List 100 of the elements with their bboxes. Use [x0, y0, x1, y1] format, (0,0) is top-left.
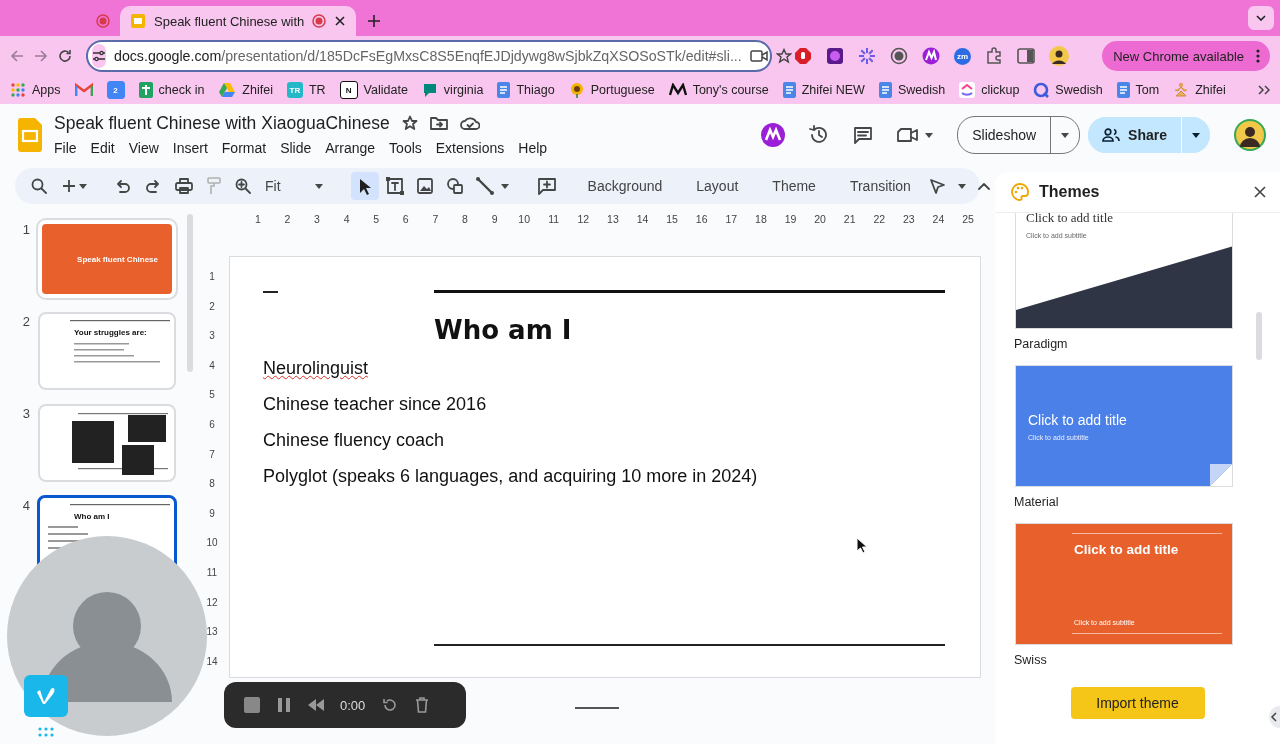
grid-dots-icon[interactable]	[38, 727, 54, 739]
profile-avatar-icon[interactable]	[1049, 46, 1069, 66]
sparkle-icon[interactable]	[858, 47, 876, 65]
reload-icon[interactable]	[58, 49, 72, 63]
bookmark[interactable]: Tony's course	[668, 83, 769, 97]
ruler-number: 16	[694, 213, 709, 225]
caret-icon[interactable]	[500, 183, 509, 189]
comment-icon[interactable]	[853, 126, 874, 144]
new-tab-icon[interactable]	[368, 15, 381, 27]
scrollbar[interactable]	[187, 214, 193, 372]
select-tool[interactable]	[350, 172, 379, 200]
sheet-icon	[138, 82, 153, 98]
toolbar-button[interactable]: Theme	[769, 178, 819, 194]
document-icon	[878, 82, 892, 98]
caret-icon[interactable]	[957, 183, 966, 189]
record-circle-icon[interactable]	[890, 47, 908, 65]
bookmark[interactable]: check in	[138, 82, 205, 98]
restart-icon[interactable]	[383, 698, 398, 712]
move-folder-icon[interactable]	[429, 116, 448, 130]
mail-icon[interactable]	[74, 83, 93, 97]
bookmark[interactable]: N Validate	[339, 81, 408, 99]
puzzle-icon[interactable]	[985, 47, 1003, 65]
toolbar-button[interactable]: Transition	[846, 178, 914, 194]
more-bookmarks-icon[interactable]	[1258, 85, 1270, 95]
bookmark[interactable]: Zhifei	[1173, 82, 1226, 98]
ruler-number: 13	[205, 626, 219, 640]
bookmark[interactable]: Zhifei NEW	[782, 82, 865, 98]
pause-icon[interactable]	[278, 698, 290, 712]
bookmark[interactable]: virginia	[421, 82, 484, 98]
ring-logo-icon	[1033, 82, 1050, 98]
bookmark[interactable]: Swedish	[1033, 82, 1103, 98]
bookmark[interactable]: Apps	[10, 82, 61, 98]
stop-sign-icon[interactable]	[794, 47, 812, 65]
bookmark[interactable]: clickup	[959, 82, 1020, 98]
bookmark-star-icon[interactable]	[775, 48, 792, 64]
slide-thumbnail[interactable]: Your struggles are:	[38, 312, 176, 390]
close-icon[interactable]	[334, 15, 347, 27]
ruler-number: 19	[783, 213, 798, 225]
menu-item[interactable]: Edit	[83, 137, 122, 158]
menu-item[interactable]: Slide	[273, 137, 319, 158]
ruler-number: 11	[205, 566, 219, 580]
search-icon[interactable]	[31, 178, 47, 194]
account-avatar-icon[interactable]	[1234, 119, 1266, 151]
bookmark[interactable]: Thiago	[497, 82, 555, 98]
notion-icon: N	[339, 81, 358, 99]
m-logo-icon[interactable]	[761, 123, 786, 147]
m-logo-icon[interactable]	[922, 47, 940, 65]
document-icon	[1116, 82, 1130, 98]
zoom-extension-icon[interactable]: zm	[954, 47, 971, 65]
bookmark[interactable]: Portuguese	[568, 82, 655, 98]
menu-item[interactable]: File	[54, 137, 84, 158]
side-panel-icon[interactable]	[1017, 48, 1035, 64]
toolbar-button[interactable]: Background	[584, 178, 666, 194]
close-icon[interactable]	[1254, 186, 1266, 198]
pen-cursor-icon[interactable]	[927, 177, 946, 195]
menu-item[interactable]: Format	[214, 137, 274, 158]
palette-icon	[1011, 183, 1029, 201]
add-comment-icon[interactable]	[536, 177, 557, 195]
new-slide-button[interactable]	[63, 180, 87, 192]
print-icon[interactable]	[175, 178, 193, 194]
menu-item[interactable]: Extensions	[428, 137, 512, 158]
calendar-icon[interactable]: 2	[106, 81, 125, 99]
ruler-number: 11	[547, 213, 561, 225]
bookmark[interactable]: Tom	[1116, 82, 1160, 98]
document-title[interactable]: Speak fluent Chinese with XiaoguaChinese	[54, 112, 390, 134]
undo-icon[interactable]	[115, 179, 131, 193]
ruler-number: 5	[372, 213, 381, 225]
browser-tab[interactable]: Speak fluent Chinese with	[120, 6, 357, 36]
cloud-saved-icon[interactable]	[459, 116, 480, 130]
scrollbar[interactable]	[1256, 312, 1262, 360]
text-box-icon	[384, 176, 405, 196]
menu-item[interactable]: Arrange	[318, 137, 383, 158]
version-history-icon[interactable]	[809, 125, 830, 145]
zigzag-logo-icon	[668, 83, 687, 97]
zoom-dropdown[interactable]: Fit	[265, 178, 323, 194]
trash-icon[interactable]	[415, 697, 430, 713]
redo-icon[interactable]	[145, 179, 161, 193]
bookmark[interactable]: Swedish	[878, 82, 946, 98]
menu-item[interactable]: Help	[511, 137, 555, 158]
video-camera-icon[interactable]	[749, 49, 768, 63]
extension-icon[interactable]	[826, 47, 844, 65]
zoom-icon[interactable]	[235, 178, 251, 194]
caret-icon	[314, 183, 323, 189]
chevron-down-icon	[1256, 15, 1266, 21]
rewind-icon[interactable]	[308, 699, 324, 711]
star-icon[interactable]	[401, 115, 418, 131]
share-options-button[interactable]	[1181, 117, 1210, 153]
image-icon	[414, 176, 435, 196]
menu-item[interactable]: Insert	[165, 137, 215, 158]
import-theme-button[interactable]: Import theme	[1070, 686, 1205, 719]
meet-button[interactable]	[897, 127, 934, 143]
tab-search-button[interactable]	[1248, 6, 1274, 30]
bookmark[interactable]: Zhifei	[218, 82, 273, 98]
site-settings-icon[interactable]	[92, 50, 106, 62]
menu-item[interactable]: View	[121, 137, 166, 158]
update-chrome-button[interactable]: New Chrome available	[1102, 41, 1270, 71]
menu-item[interactable]: Tools	[382, 137, 429, 158]
toolbar-button[interactable]: Layout	[693, 178, 742, 194]
collapse-icon[interactable]	[977, 182, 990, 190]
bookmark[interactable]: TR TR	[286, 82, 326, 98]
